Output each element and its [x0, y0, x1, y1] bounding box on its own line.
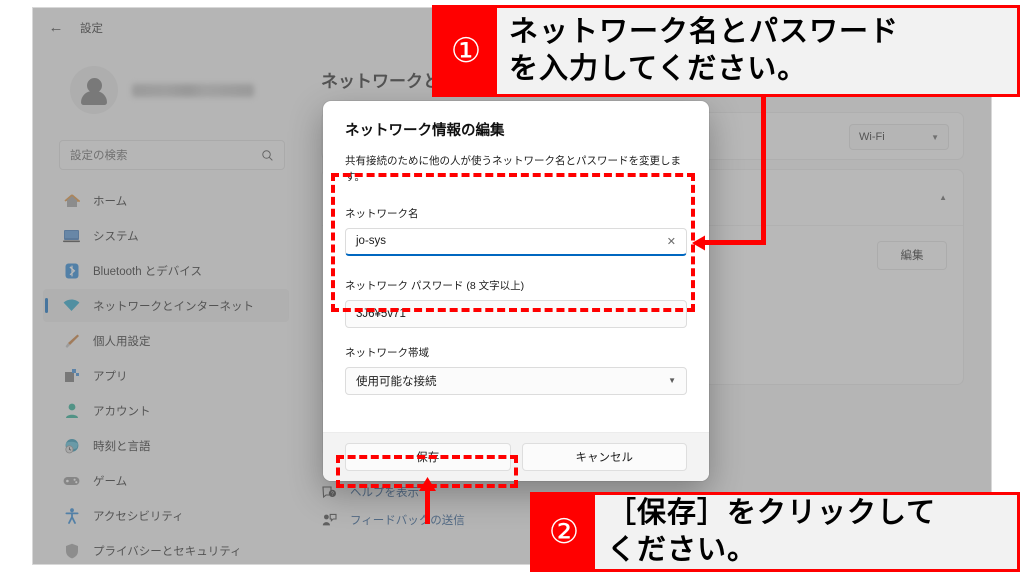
chevron-down-icon: ▼ — [931, 132, 939, 142]
callout1-connector-horizontal — [700, 240, 766, 245]
apps-icon — [63, 367, 80, 384]
chevron-up-icon[interactable]: ▲ — [939, 193, 947, 202]
highlight-box-fields — [331, 173, 695, 312]
annotation-step-2-number: ② — [533, 495, 595, 569]
feedback-icon — [321, 512, 337, 528]
avatar — [70, 66, 118, 114]
callout2-arrowhead — [419, 477, 436, 491]
annotation-step-2-line1: ［保存］をクリックして — [607, 497, 937, 530]
shield-icon — [63, 542, 80, 559]
screenshot-root: ← 設定 — ▭ ✕ 設定の検索 — [0, 0, 1024, 576]
back-arrow-icon[interactable]: ← — [45, 19, 67, 37]
feedback-link-label: フィードバックの送信 — [350, 515, 465, 527]
sidebar-item-personalization[interactable]: 個人用設定 — [43, 324, 289, 357]
annotation-step-2-text: ［保存］をクリックして ください。 — [595, 495, 1017, 569]
sidebar-item-label: アカウント — [93, 405, 151, 418]
sidebar-item-label: Bluetooth とデバイス — [93, 265, 202, 278]
gamepad-icon — [63, 472, 80, 489]
account-block[interactable] — [70, 66, 254, 114]
chevron-down-icon: ▼ — [668, 376, 676, 385]
sidebar-item-label: アプリ — [93, 370, 128, 383]
annotation-step-1: ① ネットワーク名とパスワード を入力してください。 — [432, 5, 1020, 97]
sidebar-item-accounts[interactable]: アカウント — [43, 394, 289, 427]
sidebar-item-apps[interactable]: アプリ — [43, 359, 289, 392]
sidebar-item-label: アクセシビリティ — [93, 510, 184, 523]
sidebar-item-accessibility[interactable]: アクセシビリティ — [43, 499, 289, 532]
share-connection-dropdown[interactable]: Wi-Fi ▼ — [849, 124, 949, 150]
help-icon: ? — [321, 484, 337, 500]
callout1-arrowhead — [692, 235, 705, 251]
sidebar-item-time-language[interactable]: 時刻と言語 — [43, 429, 289, 462]
annotation-step-1-text: ネットワーク名とパスワード を入力してください。 — [497, 8, 1017, 94]
sidebar-item-label: ゲーム — [93, 475, 128, 488]
sidebar-item-bluetooth[interactable]: Bluetooth とデバイス — [43, 254, 289, 287]
sidebar-item-label: ホーム — [93, 195, 128, 208]
search-placeholder: 設定の検索 — [70, 150, 128, 162]
network-band-value: 使用可能な接続 — [356, 375, 437, 388]
sidebar-item-label: ネットワークとインターネット — [93, 300, 254, 313]
sidebar-item-label: プライバシーとセキュリティ — [93, 545, 242, 558]
annotation-step-1-line1: ネットワーク名とパスワード — [509, 16, 900, 49]
brush-icon — [63, 332, 80, 349]
sidebar-item-network-internet[interactable]: ネットワークとインターネット — [43, 289, 289, 322]
feedback-link[interactable]: フィードバックの送信 — [321, 512, 465, 528]
sidebar: 設定の検索 ホーム システム Bluetooth とデバイス ネットワークとイン… — [33, 48, 299, 564]
dialog-title: ネットワーク情報の編集 — [345, 123, 505, 139]
annotation-step-2-line2: ください。 — [607, 534, 758, 566]
accessibility-icon — [63, 507, 80, 524]
wifi-icon — [63, 297, 80, 314]
sidebar-nav: ホーム システム Bluetooth とデバイス ネットワークとインターネット … — [43, 184, 289, 564]
window-title: 設定 — [80, 23, 103, 35]
annotation-step-2: ② ［保存］をクリックして ください。 — [530, 492, 1020, 572]
search-icon — [262, 149, 273, 161]
sidebar-item-label: 個人用設定 — [93, 335, 151, 348]
share-connection-value: Wi-Fi — [859, 131, 885, 143]
home-icon — [63, 192, 80, 209]
clock-globe-icon — [63, 437, 80, 454]
search-input[interactable]: 設定の検索 — [59, 140, 285, 170]
bluetooth-icon — [63, 262, 80, 279]
sidebar-item-home[interactable]: ホーム — [43, 184, 289, 217]
callout2-connector-vertical — [425, 488, 430, 524]
cancel-button[interactable]: キャンセル — [521, 443, 687, 471]
sidebar-item-label: 時刻と言語 — [93, 440, 151, 453]
footer-links: ? ヘルプを表示 フィードバックの送信 — [321, 484, 465, 540]
sidebar-item-privacy-security[interactable]: プライバシーとセキュリティ — [43, 534, 289, 564]
account-icon — [63, 402, 80, 419]
network-band-label: ネットワーク帯域 — [345, 346, 429, 359]
callout1-connector-vertical — [761, 97, 766, 243]
sidebar-item-gaming[interactable]: ゲーム — [43, 464, 289, 497]
edit-button[interactable]: 編集 — [877, 240, 947, 270]
sidebar-item-system[interactable]: システム — [43, 219, 289, 252]
annotation-step-1-line2: を入力してください。 — [509, 53, 808, 85]
sidebar-item-label: システム — [93, 230, 139, 243]
system-icon — [63, 227, 80, 244]
network-band-dropdown[interactable]: 使用可能な接続 ▼ — [345, 366, 687, 395]
account-name-redacted — [132, 83, 254, 97]
annotation-step-1-number: ① — [435, 8, 497, 94]
svg-text:?: ? — [331, 492, 334, 498]
